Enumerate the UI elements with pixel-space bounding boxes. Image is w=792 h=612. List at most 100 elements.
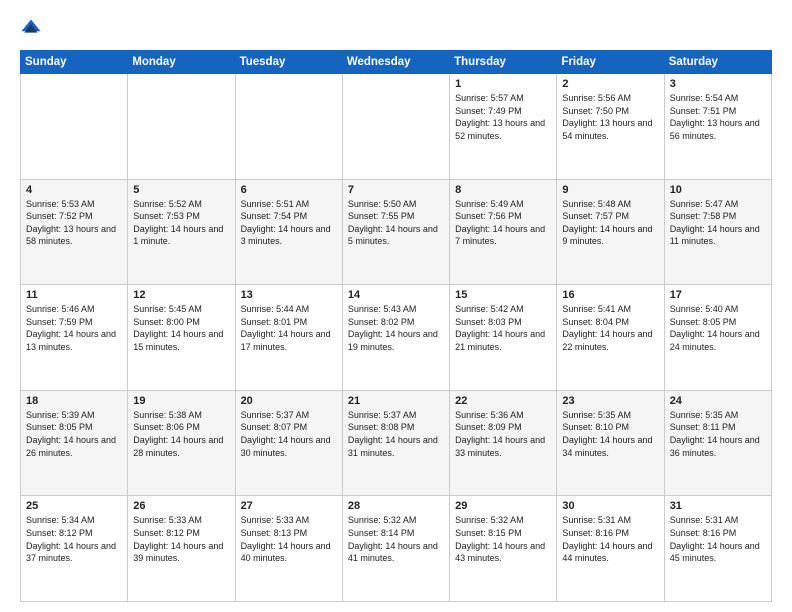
day-info: Sunrise: 5:41 AMSunset: 8:04 PMDaylight:… (562, 303, 658, 353)
day-number: 25 (26, 500, 122, 512)
logo (20, 18, 46, 40)
day-number: 22 (455, 395, 551, 407)
day-number: 12 (133, 289, 229, 301)
calendar-cell: 17 Sunrise: 5:40 AMSunset: 8:05 PMDayligh… (664, 285, 771, 391)
day-number: 9 (562, 184, 658, 196)
week-row-1: 1Sunrise: 5:57 AMSunset: 7:49 PMDaylight… (21, 74, 772, 180)
day-info: Sunrise: 5:32 AMSunset: 8:14 PMDaylight:… (348, 514, 444, 564)
weekday-header-sunday: Sunday (21, 51, 128, 74)
day-number: 31 (670, 500, 766, 512)
day-info: Sunrise: 5:31 AMSunset: 8:16 PMDaylight:… (670, 514, 766, 564)
weekday-header-saturday: Saturday (664, 51, 771, 74)
calendar-cell (342, 74, 449, 180)
day-info: Sunrise: 5:45 AMSunset: 8:00 PMDaylight:… (133, 303, 229, 353)
day-info: Sunrise: 5:33 AMSunset: 8:12 PMDaylight:… (133, 514, 229, 564)
day-number: 26 (133, 500, 229, 512)
calendar-cell: 15 Sunrise: 5:42 AMSunset: 8:03 PMDayligh… (450, 285, 557, 391)
calendar-cell: 13 Sunrise: 5:44 AMSunset: 8:01 PMDayligh… (235, 285, 342, 391)
calendar-cell: 10Sunrise: 5:47 AMSunset: 7:58 PMDayligh… (664, 179, 771, 285)
calendar-cell: 29 Sunrise: 5:32 AMSunset: 8:15 PMDayligh… (450, 496, 557, 602)
day-info: Sunrise: 5:38 AMSunset: 8:06 PMDaylight:… (133, 409, 229, 459)
calendar-cell: 9 Sunrise: 5:48 AMSunset: 7:57 PMDaylight… (557, 179, 664, 285)
day-number: 4 (26, 184, 122, 196)
calendar-cell: 1Sunrise: 5:57 AMSunset: 7:49 PMDaylight… (450, 74, 557, 180)
calendar-table: SundayMondayTuesdayWednesdayThursdayFrid… (20, 50, 772, 602)
day-number: 29 (455, 500, 551, 512)
weekday-header-row: SundayMondayTuesdayWednesdayThursdayFrid… (21, 51, 772, 74)
day-number: 13 (241, 289, 337, 301)
day-number: 18 (26, 395, 122, 407)
day-number: 27 (241, 500, 337, 512)
header (20, 18, 772, 40)
calendar-cell: 18 Sunrise: 5:39 AMSunset: 8:05 PMDayligh… (21, 390, 128, 496)
day-info: Sunrise: 5:39 AMSunset: 8:05 PMDaylight:… (26, 409, 122, 459)
day-number: 28 (348, 500, 444, 512)
day-number: 7 (348, 184, 444, 196)
day-info: Sunrise: 5:46 AMSunset: 7:59 PMDaylight:… (26, 303, 122, 353)
calendar-cell: 8Sunrise: 5:49 AMSunset: 7:56 PMDaylight… (450, 179, 557, 285)
weekday-header-wednesday: Wednesday (342, 51, 449, 74)
calendar-cell: 27 Sunrise: 5:33 AMSunset: 8:13 PMDayligh… (235, 496, 342, 602)
week-row-4: 18 Sunrise: 5:39 AMSunset: 8:05 PMDayligh… (21, 390, 772, 496)
week-row-3: 11 Sunrise: 5:46 AMSunset: 7:59 PMDayligh… (21, 285, 772, 391)
day-number: 14 (348, 289, 444, 301)
day-info: Sunrise: 5:34 AMSunset: 8:12 PMDaylight:… (26, 514, 122, 564)
calendar-cell: 5 Sunrise: 5:52 AMSunset: 7:53 PMDaylight… (128, 179, 235, 285)
day-info: Sunrise: 5:48 AMSunset: 7:57 PMDaylight:… (562, 198, 658, 248)
day-number: 3 (670, 78, 766, 90)
day-number: 5 (133, 184, 229, 196)
weekday-header-tuesday: Tuesday (235, 51, 342, 74)
calendar-cell: 12 Sunrise: 5:45 AMSunset: 8:00 PMDayligh… (128, 285, 235, 391)
day-number: 1 (455, 78, 551, 90)
calendar-cell (21, 74, 128, 180)
calendar-cell: 6 Sunrise: 5:51 AMSunset: 7:54 PMDaylight… (235, 179, 342, 285)
calendar-cell: 31 Sunrise: 5:31 AMSunset: 8:16 PMDayligh… (664, 496, 771, 602)
day-number: 11 (26, 289, 122, 301)
calendar-cell: 19 Sunrise: 5:38 AMSunset: 8:06 PMDayligh… (128, 390, 235, 496)
calendar-cell: 16Sunrise: 5:41 AMSunset: 8:04 PMDayligh… (557, 285, 664, 391)
calendar-cell: 4Sunrise: 5:53 AMSunset: 7:52 PMDaylight… (21, 179, 128, 285)
day-number: 8 (455, 184, 551, 196)
calendar-cell: 24 Sunrise: 5:35 AMSunset: 8:11 PMDayligh… (664, 390, 771, 496)
day-number: 17 (670, 289, 766, 301)
weekday-header-friday: Friday (557, 51, 664, 74)
calendar-cell: 26 Sunrise: 5:33 AMSunset: 8:12 PMDayligh… (128, 496, 235, 602)
calendar-cell: 23 Sunrise: 5:35 AMSunset: 8:10 PMDayligh… (557, 390, 664, 496)
day-number: 2 (562, 78, 658, 90)
day-info: Sunrise: 5:35 AMSunset: 8:10 PMDaylight:… (562, 409, 658, 459)
day-info: Sunrise: 5:36 AMSunset: 8:09 PMDaylight:… (455, 409, 551, 459)
calendar-cell: 7 Sunrise: 5:50 AMSunset: 7:55 PMDaylight… (342, 179, 449, 285)
logo-icon (20, 18, 42, 40)
day-number: 23 (562, 395, 658, 407)
page: SundayMondayTuesdayWednesdayThursdayFrid… (0, 0, 792, 612)
day-number: 24 (670, 395, 766, 407)
day-info: Sunrise: 5:35 AMSunset: 8:11 PMDaylight:… (670, 409, 766, 459)
calendar-cell: 22 Sunrise: 5:36 AMSunset: 8:09 PMDayligh… (450, 390, 557, 496)
day-info: Sunrise: 5:44 AMSunset: 8:01 PMDaylight:… (241, 303, 337, 353)
day-info: Sunrise: 5:52 AMSunset: 7:53 PMDaylight:… (133, 198, 229, 248)
calendar-cell: 2 Sunrise: 5:56 AMSunset: 7:50 PMDaylight… (557, 74, 664, 180)
week-row-5: 25 Sunrise: 5:34 AMSunset: 8:12 PMDayligh… (21, 496, 772, 602)
day-number: 19 (133, 395, 229, 407)
weekday-header-monday: Monday (128, 51, 235, 74)
day-info: Sunrise: 5:40 AMSunset: 8:05 PMDaylight:… (670, 303, 766, 353)
day-info: Sunrise: 5:43 AMSunset: 8:02 PMDaylight:… (348, 303, 444, 353)
day-info: Sunrise: 5:37 AMSunset: 8:07 PMDaylight:… (241, 409, 337, 459)
day-number: 10 (670, 184, 766, 196)
calendar-cell: 30Sunrise: 5:31 AMSunset: 8:16 PMDayligh… (557, 496, 664, 602)
day-info: Sunrise: 5:42 AMSunset: 8:03 PMDaylight:… (455, 303, 551, 353)
calendar-cell: 20Sunrise: 5:37 AMSunset: 8:07 PMDayligh… (235, 390, 342, 496)
day-info: Sunrise: 5:50 AMSunset: 7:55 PMDaylight:… (348, 198, 444, 248)
day-info: Sunrise: 5:56 AMSunset: 7:50 PMDaylight:… (562, 92, 658, 142)
day-info: Sunrise: 5:33 AMSunset: 8:13 PMDaylight:… (241, 514, 337, 564)
day-info: Sunrise: 5:51 AMSunset: 7:54 PMDaylight:… (241, 198, 337, 248)
day-info: Sunrise: 5:54 AMSunset: 7:51 PMDaylight:… (670, 92, 766, 142)
calendar-cell (235, 74, 342, 180)
day-number: 6 (241, 184, 337, 196)
calendar-cell (128, 74, 235, 180)
day-info: Sunrise: 5:32 AMSunset: 8:15 PMDaylight:… (455, 514, 551, 564)
day-info: Sunrise: 5:37 AMSunset: 8:08 PMDaylight:… (348, 409, 444, 459)
day-number: 15 (455, 289, 551, 301)
calendar-cell: 14 Sunrise: 5:43 AMSunset: 8:02 PMDayligh… (342, 285, 449, 391)
calendar-cell: 11 Sunrise: 5:46 AMSunset: 7:59 PMDayligh… (21, 285, 128, 391)
